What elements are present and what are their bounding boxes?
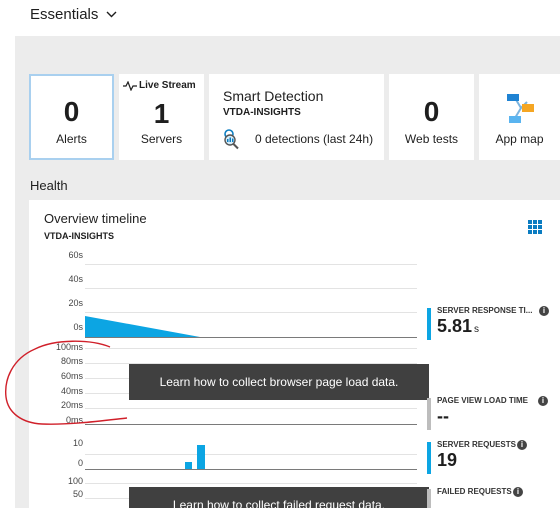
- smart-detection-title: Smart Detection: [223, 88, 324, 104]
- red-annotation-scribble: [5, 340, 128, 425]
- web-tests-count: 0: [423, 96, 440, 127]
- gridline: [85, 264, 417, 265]
- gridline: [85, 483, 417, 484]
- failed-request-overlay[interactable]: Learn how to collect failed request data…: [129, 487, 429, 508]
- failed-request-overlay-text: Learn how to collect failed request data…: [172, 498, 386, 508]
- request-bar: [197, 445, 205, 469]
- x-axis: [85, 469, 417, 470]
- chevron-down-icon: [106, 11, 117, 18]
- page-view-label: PAGE VIEW LOAD TIME: [437, 396, 528, 405]
- detections-count: 0 detections (last 24h): [255, 132, 374, 146]
- smart-detection-tile[interactable]: Smart Detection VTDA-INSIGHTS 0 detectio…: [209, 74, 384, 160]
- tick-label: 0: [77, 458, 83, 468]
- smart-detection-icon: [224, 129, 239, 150]
- server-requests-chart: 10 0: [35, 438, 417, 472]
- info-icon[interactable]: i: [538, 396, 548, 406]
- page-load-overlay[interactable]: Learn how to collect browser page load d…: [129, 364, 429, 400]
- server-response-value: 5.81 s: [437, 316, 480, 336]
- request-bar: [185, 462, 192, 469]
- web-tests-label: Web tests: [404, 132, 459, 146]
- tick-label: 40s: [68, 274, 83, 284]
- live-stream-label: Live Stream: [139, 80, 196, 91]
- essentials-label: Essentials: [30, 6, 99, 23]
- gridline: [85, 454, 417, 455]
- servers-count: 1: [153, 98, 170, 129]
- overview-timeline-title: Overview timeline: [44, 211, 147, 226]
- live-stream-badge: Live Stream: [123, 80, 196, 91]
- grid-view-icon[interactable]: [528, 220, 542, 234]
- server-response-chart: 60s 40s 20s 0s: [35, 250, 417, 340]
- page-load-overlay-text: Learn how to collect browser page load d…: [159, 375, 399, 389]
- gridline: [85, 288, 417, 289]
- health-heading: Health: [30, 178, 68, 193]
- essentials-bar: Essentials: [0, 0, 560, 36]
- tick-label: 20s: [68, 298, 83, 308]
- server-response-metric[interactable]: SERVER RESPONSE TI... i 5.81 s: [427, 306, 557, 340]
- tick-label: 60s: [68, 250, 83, 260]
- metric-bar: [427, 489, 431, 508]
- overview-timeline-resource: VTDA-INSIGHTS: [44, 231, 115, 241]
- tick-label: 50: [72, 489, 83, 499]
- servers-tile[interactable]: Live Stream 1 Servers: [119, 74, 204, 160]
- info-icon[interactable]: i: [513, 487, 523, 497]
- smart-detection-resource: VTDA-INSIGHTS: [223, 107, 301, 118]
- server-requests-metric[interactable]: SERVER REQUESTS i 19: [427, 440, 557, 474]
- failed-requests-label: FAILED REQUESTS: [437, 487, 512, 496]
- info-icon[interactable]: i: [517, 440, 527, 450]
- server-response-label: SERVER RESPONSE TI...: [437, 306, 533, 315]
- metric-bar: [427, 308, 431, 340]
- server-requests-label: SERVER REQUESTS: [437, 440, 516, 449]
- failed-requests-metric[interactable]: FAILED REQUESTS i: [427, 487, 557, 508]
- page-view-metric[interactable]: PAGE VIEW LOAD TIME i --: [427, 396, 557, 430]
- alerts-count: 0: [63, 96, 80, 127]
- pulse-icon: [123, 80, 137, 91]
- left-margin: [0, 36, 15, 508]
- servers-label: Servers: [140, 132, 183, 146]
- tick-label: 0s: [73, 322, 83, 332]
- info-icon[interactable]: i: [539, 306, 549, 316]
- alerts-tile[interactable]: 0 Alerts: [29, 74, 114, 160]
- essentials-toggle[interactable]: Essentials: [30, 6, 117, 23]
- server-requests-value: 19: [437, 450, 458, 470]
- metric-bar: [427, 442, 431, 474]
- page-view-value: --: [437, 406, 449, 426]
- app-map-icon: [507, 94, 534, 123]
- alerts-label: Alerts: [56, 132, 87, 146]
- app-map-tile[interactable]: App map: [479, 74, 560, 160]
- server-response-unit: s: [474, 324, 480, 335]
- gridline: [85, 312, 417, 313]
- tick-label: 100: [67, 476, 83, 486]
- metric-bar: [427, 398, 431, 430]
- web-tests-tile[interactable]: 0 Web tests: [389, 74, 474, 160]
- app-map-label: App map: [495, 132, 544, 146]
- tick-label: 10: [72, 438, 83, 448]
